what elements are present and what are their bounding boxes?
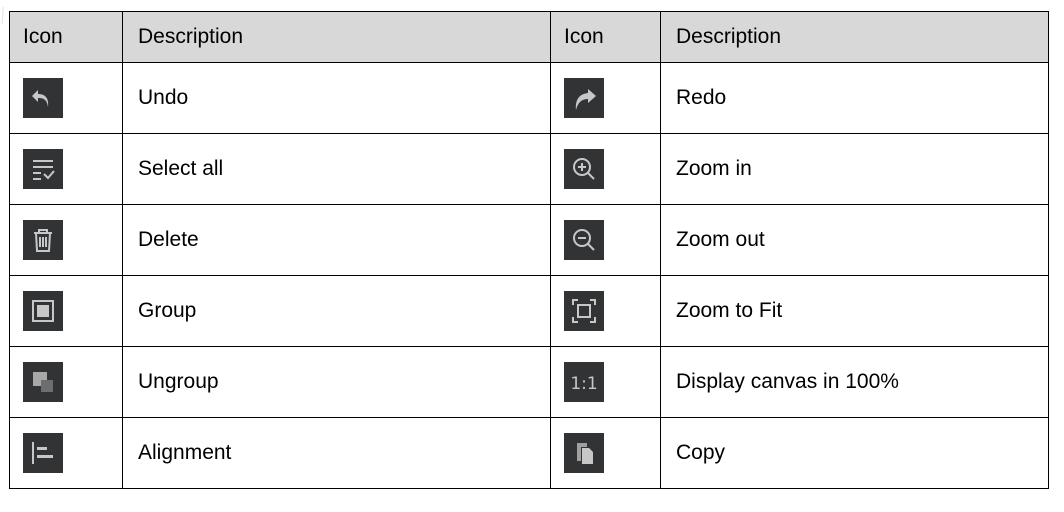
table-row: Select all Zoom in: [9, 133, 1049, 205]
label-undo: Undo: [122, 62, 551, 134]
label-display-100: Display canvas in 100%: [660, 346, 1049, 418]
svg-text:1:1: 1:1: [570, 374, 597, 394]
label-ungroup: Ungroup: [122, 346, 551, 418]
table-row: Undo Redo: [9, 62, 1049, 134]
icon-description-table: Icon Description Icon Description Undo R…: [9, 11, 1049, 489]
group-icon: [23, 291, 63, 331]
zoom-to-fit-icon: [564, 291, 604, 331]
delete-icon: [23, 220, 63, 260]
alignment-icon: [23, 433, 63, 473]
label-zoom-in: Zoom in: [660, 133, 1049, 205]
table-row: Alignment Copy: [9, 417, 1049, 489]
label-group: Group: [122, 275, 551, 347]
label-copy: Copy: [660, 417, 1049, 489]
label-zoom-to-fit: Zoom to Fit: [660, 275, 1049, 347]
label-alignment: Alignment: [122, 417, 551, 489]
actual-size-icon: 1:1: [564, 362, 604, 402]
header-description-right: Description: [660, 11, 1049, 63]
copy-icon: [564, 433, 604, 473]
table-header-row: Icon Description Icon Description: [9, 11, 1049, 63]
table-row: Delete Zoom out: [9, 204, 1049, 276]
label-select-all: Select all: [122, 133, 551, 205]
label-delete: Delete: [122, 204, 551, 276]
table-row: Group Zoom to Fit: [9, 275, 1049, 347]
header-icon-left: Icon: [9, 11, 123, 63]
header-description-left: Description: [122, 11, 551, 63]
label-redo: Redo: [660, 62, 1049, 134]
redo-icon: [564, 78, 604, 118]
zoom-out-icon: [564, 220, 604, 260]
table-row: Ungroup 1:1 Display canvas in 100%: [9, 346, 1049, 418]
zoom-in-icon: [564, 149, 604, 189]
select-all-icon: [23, 149, 63, 189]
header-icon-right: Icon: [550, 11, 661, 63]
label-zoom-out: Zoom out: [660, 204, 1049, 276]
ungroup-icon: [23, 362, 63, 402]
undo-icon: [23, 78, 63, 118]
